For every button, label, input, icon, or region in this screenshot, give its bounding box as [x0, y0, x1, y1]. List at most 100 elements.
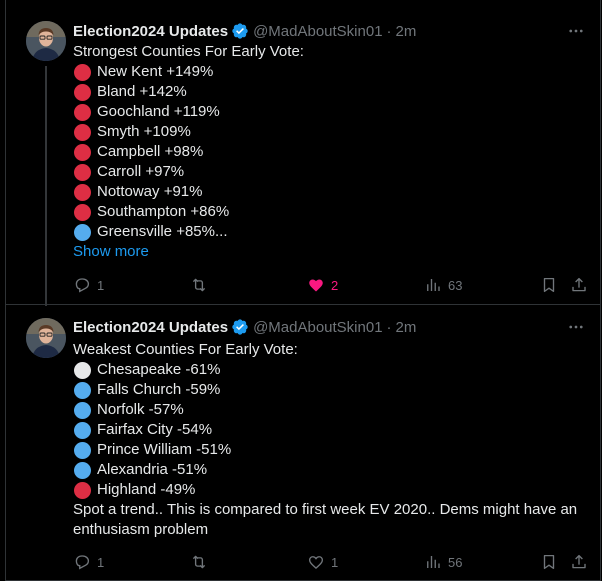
- blue-circle-icon: [74, 421, 91, 439]
- blue-circle-icon: [74, 441, 91, 459]
- county-text: New Kent +149%: [97, 63, 214, 80]
- share-button[interactable]: [570, 552, 588, 572]
- author-name[interactable]: Election2024 Updates: [73, 319, 228, 336]
- tweet-intro: Strongest Counties For Early Vote:: [73, 43, 304, 60]
- county-list-item: Campbell +98%: [73, 142, 590, 162]
- action-bar: 1 2 63: [73, 275, 590, 295]
- county-text: Falls Church -59%: [97, 381, 221, 398]
- reply-count: 1: [97, 554, 105, 570]
- county-text: Alexandria -51%: [97, 461, 208, 478]
- red-circle-icon: [74, 103, 91, 121]
- red-circle-icon: [74, 83, 91, 101]
- tweet-header: Election2024 Updates @MadAboutSkin01 · 2…: [73, 317, 416, 337]
- repost-button[interactable]: [190, 552, 214, 572]
- like-button[interactable]: 1: [307, 552, 338, 572]
- author-name[interactable]: Election2024 Updates: [73, 23, 228, 40]
- view-count: 63: [448, 277, 463, 293]
- county-list-item: Carroll +97%: [73, 162, 590, 182]
- county-text: Fairfax City -54%: [97, 421, 213, 438]
- action-bar: 1 1 56: [73, 552, 590, 572]
- red-circle-icon: [74, 203, 91, 221]
- reply-count: 1: [97, 277, 105, 293]
- reply-icon: [75, 555, 90, 570]
- county-list-item: Southampton +86%: [73, 202, 590, 222]
- county-list-item: Bland +142%: [73, 82, 590, 102]
- county-list-item: Alexandria -51%: [73, 460, 590, 480]
- bookmark-icon: [543, 554, 555, 570]
- blue-circle-icon: [74, 223, 91, 241]
- county-text: Norfolk -57%: [97, 401, 184, 418]
- county-text: Greensville +85%...: [97, 223, 228, 240]
- bookmark-icon: [543, 277, 555, 293]
- county-list-item: Nottoway +91%: [73, 182, 590, 202]
- blue-circle-icon: [74, 381, 91, 399]
- reply-icon: [75, 278, 90, 293]
- red-circle-icon: [74, 163, 91, 181]
- show-more-link[interactable]: Show more: [73, 242, 590, 262]
- tweet-outro: Spot a trend.. This is compared to first…: [73, 501, 578, 538]
- views-icon: [427, 556, 440, 568]
- blue-circle-icon: [74, 461, 91, 479]
- views-button[interactable]: 56: [424, 552, 462, 572]
- more-icon[interactable]: [566, 317, 586, 337]
- county-list-item: Highland -49%: [73, 480, 590, 500]
- like-count: 2: [331, 277, 339, 293]
- county-list-item: Fairfax City -54%: [73, 420, 590, 440]
- red-circle-icon: [74, 123, 91, 141]
- more-icon[interactable]: [566, 21, 586, 41]
- county-list-item: Goochland +119%: [73, 102, 590, 122]
- county-list-item: Smyth +109%: [73, 122, 590, 142]
- county-list-item: Falls Church -59%: [73, 380, 590, 400]
- county-list-item: Chesapeake -61%: [73, 360, 590, 380]
- tweet-text: Weakest Counties For Early Vote: Chesape…: [73, 340, 590, 540]
- bookmark-button[interactable]: [540, 552, 558, 572]
- county-list-item: New Kent +149%: [73, 62, 590, 82]
- verified-badge-icon: [231, 318, 249, 336]
- county-list-item: Norfolk -57%: [73, 400, 590, 420]
- reply-button[interactable]: 1: [73, 552, 104, 572]
- view-count: 56: [448, 554, 463, 570]
- tweet[interactable]: Election2024 Updates @MadAboutSkin01 · 2…: [6, 0, 600, 306]
- separator-dot: ·: [386, 22, 392, 40]
- county-list: Chesapeake -61% Falls Church -59% Norfolk …: [73, 360, 590, 500]
- verified-badge-icon: [231, 22, 249, 40]
- like-button[interactable]: 2: [307, 275, 338, 295]
- county-text: Smyth +109%: [97, 123, 191, 140]
- red-circle-icon: [74, 481, 91, 499]
- timestamp[interactable]: 2m: [396, 23, 417, 40]
- separator-dot: ·: [386, 318, 392, 336]
- county-text: Chesapeake -61%: [97, 361, 221, 378]
- heart-icon: [309, 279, 323, 292]
- repost-icon: [192, 555, 206, 569]
- bookmark-button[interactable]: [540, 275, 558, 295]
- share-icon: [572, 277, 586, 292]
- county-text: Highland -49%: [97, 481, 196, 498]
- county-text: Goochland +119%: [97, 103, 220, 120]
- tweet-intro: Weakest Counties For Early Vote:: [73, 341, 298, 358]
- share-icon: [572, 554, 586, 569]
- views-button[interactable]: 63: [424, 275, 462, 295]
- timestamp[interactable]: 2m: [396, 319, 417, 336]
- tweet-text: Strongest Counties For Early Vote: New K…: [73, 42, 590, 262]
- county-text: Southampton +86%: [97, 203, 230, 220]
- avatar[interactable]: [26, 318, 66, 358]
- share-button[interactable]: [570, 275, 588, 295]
- blue-circle-icon: [74, 401, 91, 419]
- reply-button[interactable]: 1: [73, 275, 104, 295]
- views-icon: [427, 279, 440, 291]
- red-circle-icon: [74, 143, 91, 161]
- county-list-item: Prince William -51%: [73, 440, 590, 460]
- tweet[interactable]: Election2024 Updates @MadAboutSkin01 · 2…: [6, 306, 600, 580]
- county-text: Bland +142%: [97, 83, 187, 100]
- heart-icon: [308, 556, 324, 570]
- author-handle[interactable]: @MadAboutSkin01: [253, 319, 382, 336]
- tweet-header: Election2024 Updates @MadAboutSkin01 · 2…: [73, 21, 416, 41]
- county-text: Prince William -51%: [97, 441, 232, 458]
- thread-line: [45, 66, 47, 306]
- repost-icon: [192, 278, 206, 292]
- repost-button[interactable]: [190, 275, 214, 295]
- avatar[interactable]: [26, 21, 66, 61]
- red-circle-icon: [74, 183, 91, 201]
- white-circle-icon: [74, 361, 91, 379]
- author-handle[interactable]: @MadAboutSkin01: [253, 23, 382, 40]
